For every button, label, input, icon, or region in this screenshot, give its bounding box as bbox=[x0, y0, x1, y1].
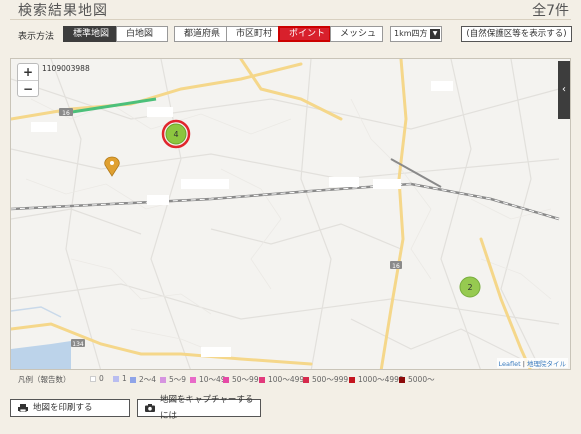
municipality-button[interactable]: 市区町村 bbox=[226, 26, 279, 42]
mesh-button[interactable]: メッシュ bbox=[330, 26, 383, 42]
legend-text: 5〜9 bbox=[169, 375, 187, 384]
legend-item: 0 bbox=[90, 374, 104, 383]
header-divider bbox=[10, 19, 571, 20]
map-type-toggle: 標準地図 白地図 bbox=[63, 26, 168, 42]
map-tiles: 16 134 16 4 2 bbox=[11, 59, 560, 369]
label-mask bbox=[329, 177, 359, 187]
legend-item: 100〜499 bbox=[259, 374, 304, 385]
point-button[interactable]: ポイント bbox=[278, 26, 331, 42]
cluster-marker[interactable]: 4 bbox=[161, 119, 191, 149]
label-mask bbox=[31, 122, 57, 132]
capture-map-button[interactable]: 地図をキャプチャーするには bbox=[137, 395, 261, 421]
map-pin-icon[interactable] bbox=[104, 156, 120, 177]
print-map-button[interactable]: 地図を印刷する bbox=[10, 399, 130, 417]
legend-text: 2〜4 bbox=[139, 375, 157, 384]
label-mask bbox=[373, 179, 401, 189]
label-mask bbox=[201, 347, 231, 357]
mesh-size-select[interactable]: 1km四方 ▼ bbox=[390, 26, 442, 42]
side-panel-toggle[interactable]: ‹ bbox=[558, 61, 570, 119]
legend-swatch bbox=[399, 376, 405, 383]
legend-swatch bbox=[113, 375, 119, 382]
label-mask bbox=[147, 195, 169, 205]
legend-item: 500〜999 bbox=[303, 374, 348, 385]
legend-swatch bbox=[160, 376, 166, 383]
map-view[interactable]: 16 134 16 4 2 + − 1109003988 ‹ Leaflet |… bbox=[10, 58, 571, 370]
zoom-in-button[interactable]: + bbox=[18, 64, 38, 80]
page-title: 検索結果地図 bbox=[18, 3, 108, 19]
label-mask bbox=[147, 107, 173, 117]
legend-item: 5〜9 bbox=[160, 374, 186, 385]
cluster-count: 4 bbox=[173, 130, 178, 139]
road-shield-label: 16 bbox=[392, 263, 400, 270]
road-shield-label: 16 bbox=[62, 110, 70, 117]
prefecture-button[interactable]: 都道府県 bbox=[174, 26, 227, 42]
legend-swatch bbox=[223, 376, 229, 383]
legend-text: 1000〜4999 bbox=[358, 375, 404, 384]
legend-item: 10〜49 bbox=[190, 374, 226, 385]
legend-swatch bbox=[303, 376, 309, 383]
printer-icon bbox=[18, 404, 28, 412]
blank-map-button[interactable]: 白地図 bbox=[116, 26, 168, 42]
show-nature-reserve-button[interactable]: (自然保護区等を表示する) bbox=[461, 26, 572, 42]
legend-swatch bbox=[90, 375, 96, 382]
label-mask bbox=[431, 81, 453, 91]
leaflet-link[interactable]: Leaflet bbox=[499, 360, 521, 368]
cluster-marker[interactable]: 2 bbox=[459, 276, 481, 298]
legend-text: 5000〜 bbox=[408, 375, 435, 384]
chevron-down-icon: ▼ bbox=[430, 29, 440, 39]
area-type-toggle: 都道府県 市区町村 ポイント メッシュ bbox=[174, 26, 383, 42]
capture-map-label: 地図をキャプチャーするには bbox=[160, 395, 254, 421]
camera-icon bbox=[145, 404, 155, 412]
legend-item: 1 bbox=[113, 374, 127, 383]
legend-item: 50〜99 bbox=[223, 374, 259, 385]
print-map-label: 地図を印刷する bbox=[33, 403, 93, 413]
legend-item: 1000〜4999 bbox=[349, 374, 404, 385]
legend-swatch bbox=[190, 376, 196, 383]
legend-text: 0 bbox=[99, 374, 104, 383]
legend-swatch bbox=[259, 376, 265, 383]
legend-text: 1 bbox=[122, 374, 127, 383]
zoom-control: + − bbox=[17, 63, 39, 97]
total-count: 全7件 bbox=[532, 3, 569, 19]
legend-item: 2〜4 bbox=[130, 374, 156, 385]
standard-map-button[interactable]: 標準地図 bbox=[63, 26, 117, 42]
legend-swatch bbox=[130, 376, 136, 383]
cluster-count: 2 bbox=[467, 283, 472, 292]
legend-swatch bbox=[349, 376, 355, 383]
gsi-tiles-link[interactable]: 地理院タイル bbox=[527, 360, 566, 368]
legend-text: 500〜999 bbox=[312, 375, 349, 384]
legend-text: 10〜49 bbox=[199, 375, 226, 384]
display-method-label: 表示方法 bbox=[18, 32, 55, 42]
label-mask bbox=[181, 179, 229, 189]
header: 検索結果地図 全7件 bbox=[0, 0, 581, 19]
map-attribution: Leaflet | 地理院タイル bbox=[496, 358, 568, 368]
legend-text: 100〜499 bbox=[268, 375, 305, 384]
map-code: 1109003988 bbox=[42, 64, 90, 73]
chevron-left-icon: ‹ bbox=[562, 84, 566, 95]
mesh-size-value: 1km四方 bbox=[394, 29, 428, 38]
toolbar: 表示方法 標準地図 白地図 都道府県 市区町村 ポイント メッシュ 1km四方 … bbox=[0, 26, 581, 44]
legend-label: 凡例（報告数） bbox=[18, 375, 71, 384]
legend-item: 5000〜 bbox=[399, 374, 435, 385]
zoom-out-button[interactable]: − bbox=[18, 80, 38, 96]
legend-text: 50〜99 bbox=[232, 375, 259, 384]
road-shield-label: 134 bbox=[72, 341, 84, 348]
